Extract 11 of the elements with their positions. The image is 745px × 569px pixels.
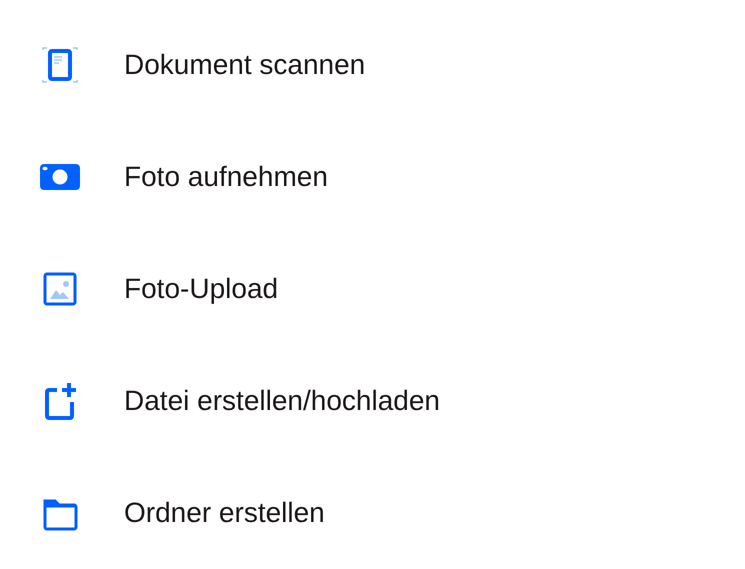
menu-item[interactable]: Foto aufnehmen <box>0 121 745 233</box>
menu-item[interactable]: Datei erstellen/hochladen <box>0 345 745 457</box>
menu-item[interactable]: Dokument scannen <box>0 9 745 121</box>
menu-item-label: Datei erstellen/hochladen <box>124 385 440 417</box>
menu-item-label: Foto-Upload <box>124 273 278 305</box>
document-scan-icon <box>40 45 80 85</box>
menu-item-label: Foto aufnehmen <box>124 161 328 193</box>
menu-item-label: Dokument scannen <box>124 49 366 81</box>
menu-item-label: Ordner erstellen <box>124 497 325 529</box>
menu-item[interactable]: Foto-Upload <box>0 233 745 345</box>
menu-item[interactable]: Ordner erstellen <box>0 457 745 569</box>
